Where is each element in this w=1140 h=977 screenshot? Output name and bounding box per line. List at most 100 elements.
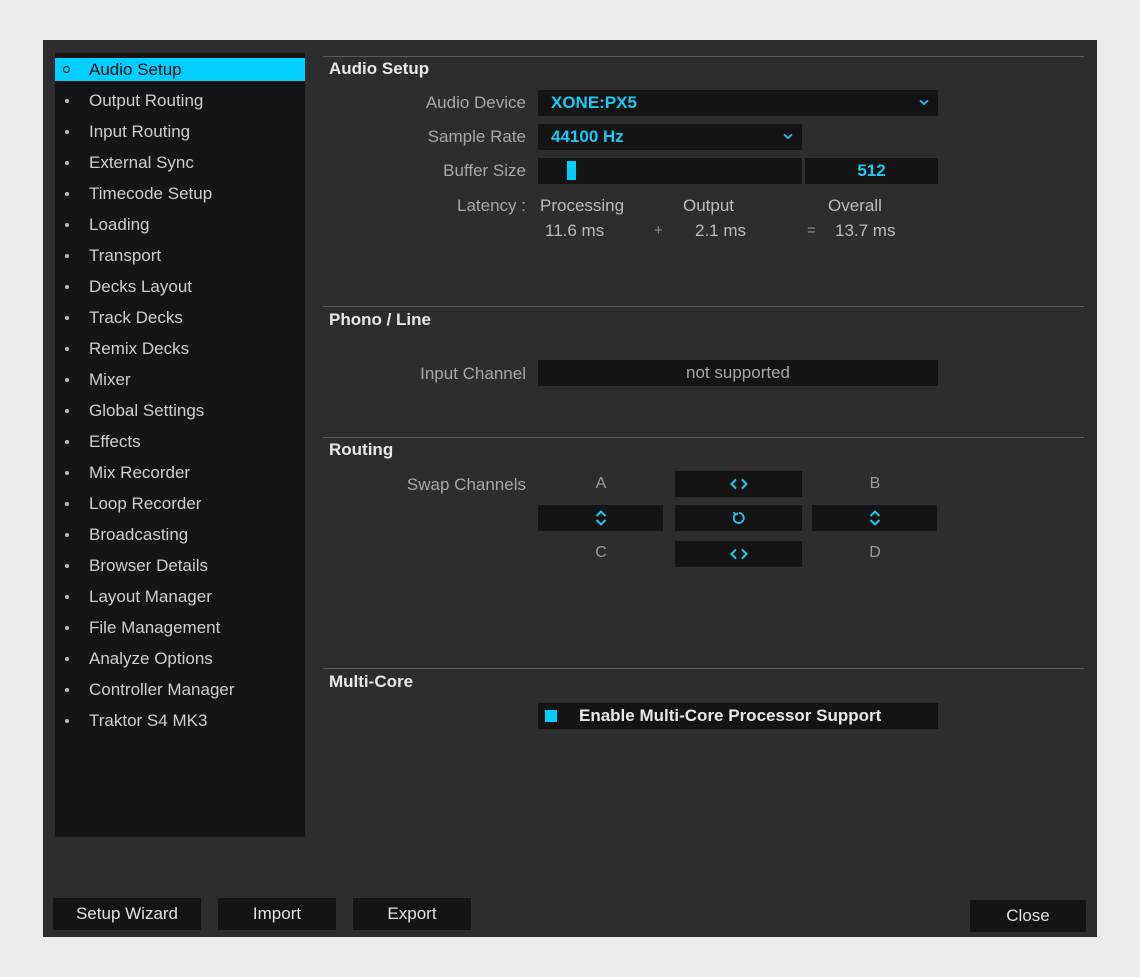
input-channel-value: not supported xyxy=(686,363,790,382)
rotate-channels-button[interactable] xyxy=(675,505,802,531)
input-channel-field[interactable]: not supported xyxy=(538,360,938,386)
sidebar-item-label: Output Routing xyxy=(89,91,204,110)
bullet-icon xyxy=(65,192,69,196)
latency-equals: = xyxy=(807,222,816,239)
sidebar-item-output-routing[interactable]: Output Routing xyxy=(55,89,305,112)
close-button[interactable]: Close xyxy=(970,900,1086,932)
export-button[interactable]: Export xyxy=(353,898,471,930)
sidebar-item-track-decks[interactable]: Track Decks xyxy=(55,306,305,329)
section-divider xyxy=(323,306,1084,307)
sidebar-item-label: Loading xyxy=(89,215,150,234)
channel-c-label: C xyxy=(595,544,607,561)
sidebar-item-label: Analyze Options xyxy=(89,649,213,668)
sidebar-item-traktor-s4-mk3[interactable]: Traktor S4 MK3 xyxy=(55,709,305,732)
sidebar-item-loading[interactable]: Loading xyxy=(55,213,305,236)
bullet-icon xyxy=(65,626,69,630)
channel-b-label: B xyxy=(869,475,881,492)
audio-setup-title: Audio Setup xyxy=(329,59,430,78)
section-divider xyxy=(323,56,1084,57)
swap-channels-label: Swap Channels xyxy=(406,475,526,494)
sidebar-item-audio-setup[interactable]: Audio Setup xyxy=(55,58,305,81)
sidebar-item-decks-layout[interactable]: Decks Layout xyxy=(55,275,305,298)
sidebar-item-label: Timecode Setup xyxy=(89,184,213,203)
rotate-icon xyxy=(732,511,745,524)
chevron-down-icon xyxy=(919,99,929,106)
sidebar-item-label: Browser Details xyxy=(89,556,209,575)
audio-device-label: Audio Device xyxy=(425,93,526,112)
buffer-size-label: Buffer Size xyxy=(443,161,526,180)
sidebar-item-global-settings[interactable]: Global Settings xyxy=(55,399,305,422)
sidebar-item-label: Track Decks xyxy=(89,308,183,327)
chevron-down-icon xyxy=(783,133,793,140)
sidebar-item-label: Layout Manager xyxy=(89,587,212,606)
sidebar-item-label: Effects xyxy=(89,432,141,451)
section-divider xyxy=(323,437,1084,438)
sidebar-item-label: Controller Manager xyxy=(89,680,235,699)
bullet-icon xyxy=(65,719,69,723)
sidebar-item-label: Audio Setup xyxy=(89,60,182,79)
sample-rate-label: Sample Rate xyxy=(427,127,526,146)
routing-title: Routing xyxy=(329,440,394,459)
sidebar-item-label: Input Routing xyxy=(89,122,191,141)
latency-plus: + xyxy=(654,222,663,239)
audio-device-dropdown[interactable]: XONE:PX5 xyxy=(538,90,938,116)
buffer-size-slider-handle[interactable] xyxy=(567,161,576,180)
audio-device-value: XONE:PX5 xyxy=(551,93,637,112)
buffer-size-value-box[interactable]: 512 xyxy=(805,158,938,184)
bullet-icon xyxy=(65,688,69,692)
sidebar-item-mix-recorder[interactable]: Mix Recorder xyxy=(55,461,305,484)
sidebar-item-label: Broadcasting xyxy=(89,525,189,544)
sidebar-item-analyze-options[interactable]: Analyze Options xyxy=(55,647,305,670)
multi-core-title: Multi-Core xyxy=(329,672,414,691)
sidebar-item-effects[interactable]: Effects xyxy=(55,430,305,453)
sidebar-item-label: File Management xyxy=(89,618,221,637)
swap-b-d-button[interactable] xyxy=(812,505,937,531)
latency-overall-value: 13.7 ms xyxy=(835,221,896,240)
sidebar-item-label: Transport xyxy=(89,246,162,265)
bullet-icon xyxy=(65,471,69,475)
sidebar-item-external-sync[interactable]: External Sync xyxy=(55,151,305,174)
sidebar-item-mixer[interactable]: Mixer xyxy=(55,368,305,391)
buffer-size-slider[interactable] xyxy=(538,158,802,184)
bullet-icon xyxy=(65,130,69,134)
sidebar-item-transport[interactable]: Transport xyxy=(55,244,305,267)
input-channel-label: Input Channel xyxy=(420,364,526,383)
multi-core-checkbox[interactable] xyxy=(545,710,557,722)
multi-core-checkbox-label: Enable Multi-Core Processor Support xyxy=(579,706,882,725)
setup-wizard-button[interactable]: Setup Wizard xyxy=(53,898,201,930)
sidebar-item-remix-decks[interactable]: Remix Decks xyxy=(55,337,305,360)
sample-rate-dropdown[interactable]: 44100 Hz xyxy=(538,124,802,150)
preferences-sidebar: Audio Setup Output Routing Input Routing Ex… xyxy=(55,53,305,837)
sidebar-item-file-management[interactable]: File Management xyxy=(55,616,305,639)
bullet-icon xyxy=(65,223,69,227)
sidebar-item-label: Traktor S4 MK3 xyxy=(89,711,208,730)
sidebar-item-loop-recorder[interactable]: Loop Recorder xyxy=(55,492,305,515)
swap-a-c-button[interactable] xyxy=(538,505,663,531)
phono-line-title: Phono / Line xyxy=(329,310,431,329)
buffer-size-value: 512 xyxy=(857,161,886,180)
sidebar-item-browser-details[interactable]: Browser Details xyxy=(55,554,305,577)
bullet-icon xyxy=(65,285,69,289)
bullet-icon xyxy=(65,440,69,444)
bullet-icon xyxy=(65,161,69,165)
import-button[interactable]: Import xyxy=(218,898,336,930)
bullet-icon xyxy=(65,254,69,258)
latency-processing-value: 11.6 ms xyxy=(545,221,605,240)
latency-output-label: Output xyxy=(683,196,735,215)
swap-c-d-button[interactable] xyxy=(675,541,802,567)
sidebar-item-controller-manager[interactable]: Controller Manager xyxy=(55,678,305,701)
swap-vertical-icon xyxy=(869,510,880,526)
swap-a-b-button[interactable] xyxy=(675,471,802,497)
bullet-icon xyxy=(65,409,69,413)
bullet-icon xyxy=(65,347,69,351)
sidebar-item-layout-manager[interactable]: Layout Manager xyxy=(55,585,305,608)
swap-horizontal-icon xyxy=(729,478,748,490)
sidebar-item-input-routing[interactable]: Input Routing xyxy=(55,120,305,143)
bullet-icon xyxy=(65,502,69,506)
sidebar-item-timecode-setup[interactable]: Timecode Setup xyxy=(55,182,305,205)
sidebar-item-label: Mix Recorder xyxy=(89,463,191,482)
multi-core-checkbox-row[interactable]: Enable Multi-Core Processor Support xyxy=(538,703,938,729)
bullet-icon xyxy=(65,533,69,537)
sidebar-item-broadcasting[interactable]: Broadcasting xyxy=(55,523,305,546)
latency-output-value: 2.1 ms xyxy=(695,221,747,240)
